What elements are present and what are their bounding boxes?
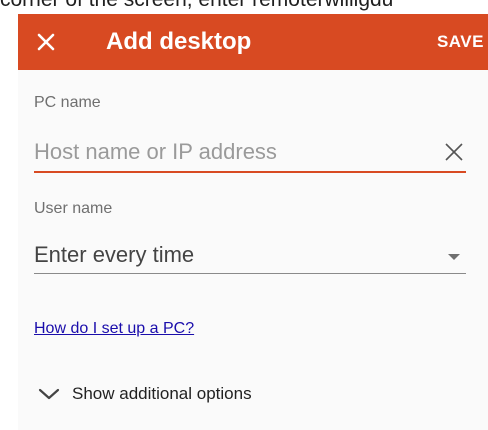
close-icon: [37, 33, 55, 51]
add-desktop-screen: corner of the screen, enter remoterwilli…: [0, 0, 488, 430]
save-button[interactable]: SAVE: [437, 30, 484, 54]
cropped-caption-text: corner of the screen, enter remoterwilli…: [0, 0, 488, 11]
pc-name-label: PC name: [34, 94, 101, 111]
user-name-selected-value: Enter every time: [34, 242, 195, 267]
app-bar: Add desktop SAVE: [18, 14, 488, 70]
pc-name-input[interactable]: [34, 136, 414, 168]
close-button[interactable]: [32, 28, 60, 56]
user-name-label: User name: [34, 200, 113, 217]
show-additional-options-label: Show additional options: [72, 384, 252, 403]
user-name-select[interactable]: Enter every time: [34, 238, 466, 272]
dropdown-arrow-icon: [448, 254, 460, 260]
user-name-underline: [34, 273, 466, 274]
clear-icon: [445, 143, 463, 161]
cropped-caption-strip: corner of the screen, enter remoterwilli…: [0, 0, 488, 14]
form-content: PC name User name Enter every time How d…: [18, 70, 488, 430]
pc-name-underline: [34, 171, 466, 173]
clear-button[interactable]: [444, 142, 464, 162]
page-title: Add desktop: [106, 28, 252, 55]
chevron-down-icon: [38, 388, 60, 400]
setup-help-link[interactable]: How do I set up a PC?: [34, 320, 194, 338]
